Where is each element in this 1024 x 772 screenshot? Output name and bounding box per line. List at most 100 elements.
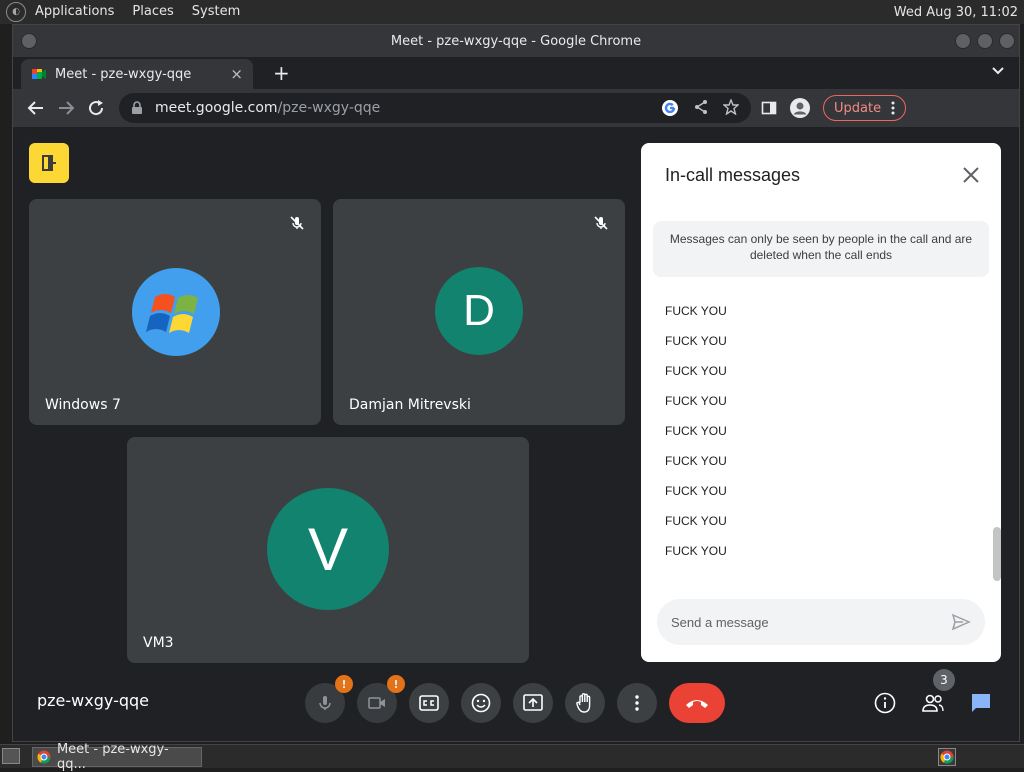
address-bar[interactable]: meet.google.com/pze-wxgy-qqe <box>119 93 751 123</box>
present-screen-button[interactable] <box>513 683 553 723</box>
chat-message: FUCK YOU <box>665 454 727 468</box>
window-title: Meet - pze-wxgy-qqe - Google Chrome <box>390 33 642 49</box>
chat-message: FUCK YOU <box>665 544 727 558</box>
chat-scrollbar[interactable] <box>993 527 1001 581</box>
share-icon[interactable] <box>693 99 709 115</box>
browser-toolbar: meet.google.com/pze-wxgy-qqe Update <box>13 89 1019 127</box>
lock-icon[interactable] <box>131 101 143 115</box>
close-icon[interactable] <box>959 163 983 187</box>
chat-message: FUCK YOU <box>665 484 727 498</box>
applications-menu[interactable]: Applications <box>26 0 123 24</box>
side-panel-icon[interactable] <box>761 100 777 116</box>
tab-meet[interactable]: Meet - pze-wxgy-qqe × <box>21 59 253 89</box>
captions-icon <box>419 695 439 711</box>
forward-arrow-icon <box>59 101 75 115</box>
message-input[interactable] <box>671 614 951 630</box>
chat-message: FUCK YOU <box>665 424 727 438</box>
top-panel: ◐ Applications Places System Wed Aug 30,… <box>0 0 1024 24</box>
tab-close-icon[interactable]: × <box>230 65 243 83</box>
update-button[interactable]: Update <box>823 95 907 121</box>
chat-message: FUCK YOU <box>665 394 727 408</box>
minimize-icon[interactable] <box>955 33 971 49</box>
hang-up-icon <box>686 700 708 708</box>
mic-icon <box>319 696 331 710</box>
meet-companion-logo-icon[interactable] <box>29 143 69 183</box>
url-host: meet.google.com <box>155 100 278 116</box>
participant-tile-windows7[interactable]: Windows 7 <box>29 199 321 425</box>
chrome-window: Meet - pze-wxgy-qqe - Google Chrome Meet… <box>12 24 1020 742</box>
windows-logo-avatar-icon <box>132 268 220 356</box>
muted-mic-icon <box>589 211 613 235</box>
maximize-icon[interactable] <box>977 33 993 49</box>
more-options-button[interactable] <box>617 683 657 723</box>
raise-hand-button[interactable] <box>565 683 605 723</box>
tab-search-chevron-icon[interactable] <box>991 63 1005 77</box>
clock[interactable]: Wed Aug 30, 11:02 <box>894 5 1024 20</box>
tab-strip: Meet - pze-wxgy-qqe × + <box>13 57 1019 89</box>
chat-notice: Messages can only be seen by people in t… <box>653 221 989 277</box>
update-label: Update <box>834 100 882 116</box>
meet-favicon-icon <box>32 69 46 79</box>
chat-icon <box>972 694 990 712</box>
chat-message: FUCK YOU <box>665 334 727 348</box>
participant-name: VM3 <box>143 635 174 651</box>
camera-warning-badge: ! <box>387 675 405 693</box>
window-menu-icon[interactable] <box>21 33 37 49</box>
show-desktop-icon[interactable] <box>2 748 20 764</box>
window-titlebar[interactable]: Meet - pze-wxgy-qqe - Google Chrome <box>13 25 1019 57</box>
message-list: FUCK YOU FUCK YOU FUCK YOU FUCK YOU FUCK… <box>665 303 985 573</box>
participant-avatar: D <box>435 267 523 355</box>
panel-title: In-call messages <box>665 165 801 185</box>
chat-message: FUCK YOU <box>665 514 727 528</box>
tray-chrome-icon[interactable] <box>938 748 956 766</box>
new-tab-button[interactable]: + <box>273 61 290 85</box>
chat-message: FUCK YOU <box>665 304 727 318</box>
people-button[interactable] <box>917 687 949 719</box>
mic-warning-badge: ! <box>335 675 353 693</box>
send-icon[interactable] <box>951 612 971 632</box>
hand-icon <box>576 693 591 713</box>
present-icon <box>523 694 543 711</box>
participant-tile-damjan[interactable]: D Damjan Mitrevski <box>333 199 625 425</box>
back-button[interactable] <box>21 93 51 123</box>
message-input-container <box>657 599 985 645</box>
emoji-reaction-button[interactable] <box>461 683 501 723</box>
muted-mic-icon <box>285 211 309 235</box>
back-arrow-icon <box>27 101 43 115</box>
reload-button[interactable] <box>81 93 111 123</box>
gnome-logo-icon[interactable]: ◐ <box>6 2 26 22</box>
leave-call-button[interactable] <box>669 683 725 723</box>
meeting-code: pze-wxgy-qqe <box>37 691 149 710</box>
chrome-icon <box>37 750 51 764</box>
people-icon <box>922 694 944 712</box>
close-window-icon[interactable] <box>999 33 1015 49</box>
tab-title: Meet - pze-wxgy-qqe <box>55 66 192 82</box>
meeting-details-button[interactable] <box>869 687 901 719</box>
forward-button[interactable] <box>51 93 81 123</box>
url-path: /pze-wxgy-qqe <box>277 100 381 116</box>
chat-message: FUCK YOU <box>665 364 727 378</box>
taskbar: Meet - pze-wxgy-qq... <box>0 742 1024 772</box>
participant-name: Windows 7 <box>45 397 121 413</box>
reload-icon <box>89 100 104 116</box>
google-lens-icon[interactable] <box>661 99 679 117</box>
more-vert-icon <box>635 695 639 711</box>
info-icon <box>874 692 896 714</box>
profile-avatar-icon[interactable] <box>789 97 811 119</box>
taskbar-item-meet[interactable]: Meet - pze-wxgy-qq... <box>32 742 202 772</box>
captions-button[interactable] <box>409 683 449 723</box>
participant-tile-vm3[interactable]: V VM3 <box>127 437 529 663</box>
places-menu[interactable]: Places <box>123 0 182 24</box>
meet-content: Windows 7 D Damjan Mitrevski V VM3 In-ca… <box>13 127 1019 741</box>
kebab-menu-icon <box>891 101 895 115</box>
camera-button[interactable]: ! <box>357 675 405 723</box>
in-call-messages-panel: In-call messages Messages can only be se… <box>641 143 1001 662</box>
participant-name: Damjan Mitrevski <box>349 397 471 413</box>
chat-button[interactable] <box>965 687 997 719</box>
microphone-button[interactable]: ! <box>305 675 353 723</box>
camera-icon <box>368 697 385 709</box>
bookmark-star-icon[interactable] <box>723 99 739 115</box>
system-menu[interactable]: System <box>183 0 249 24</box>
emoji-icon <box>471 693 491 713</box>
participant-avatar: V <box>267 488 389 610</box>
